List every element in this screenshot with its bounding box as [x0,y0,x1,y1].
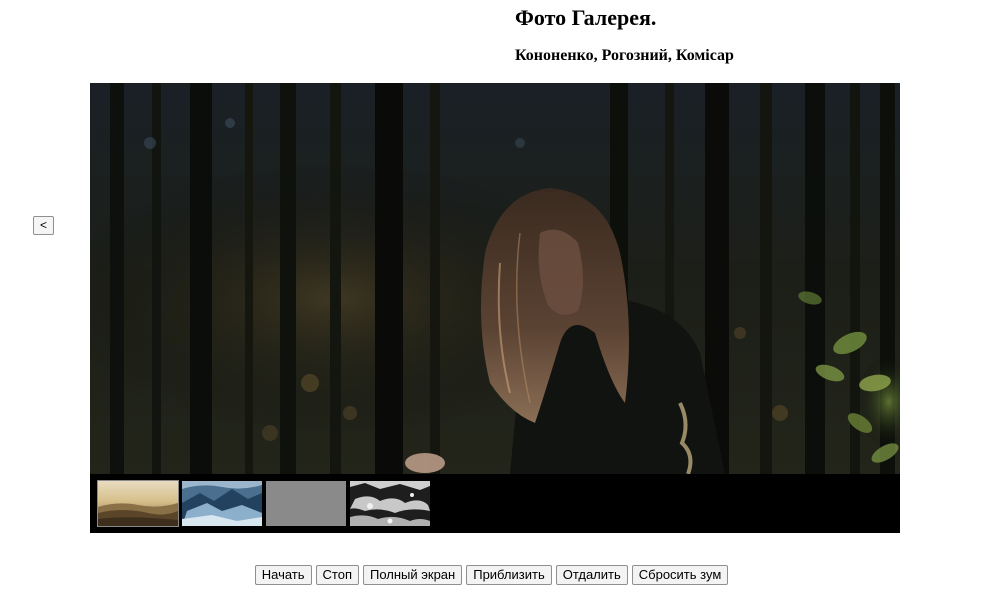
reset-zoom-button[interactable]: Сбросить зум [631,565,729,585]
gallery [90,83,900,533]
page-authors: Кононенко, Рогозний, Комісар [515,47,734,64]
prev-button[interactable]: < [33,216,54,235]
main-photo[interactable] [90,83,900,474]
gray-image [266,481,346,526]
thumbnail-snowy-rocks[interactable] [350,481,430,526]
thumbnail-strip [90,474,900,533]
fullscreen-button[interactable]: Полный экран [362,565,463,585]
page-title: Фото Галерея. [515,5,657,30]
blue-mountains-image [182,481,262,526]
header: Фото Галерея. Кононенко, Рогозний, Коміс… [515,4,955,66]
start-button[interactable]: Начать [254,565,312,585]
main-photo-image [90,83,900,474]
thumbnail-gray[interactable] [266,481,346,526]
stop-button[interactable]: Стоп [315,565,359,585]
thumbnail-blue-mountains[interactable] [182,481,262,526]
thumbnail-sunset-mountains[interactable] [97,480,179,527]
gallery-controls: Начать Стоп Полный экран Приблизить Отда… [0,565,983,585]
snowy-rocks-image [350,481,430,526]
zoom-out-button[interactable]: Отдалить [555,565,628,585]
zoom-in-button[interactable]: Приблизить [466,565,552,585]
sunset-mountains-image [98,481,178,526]
